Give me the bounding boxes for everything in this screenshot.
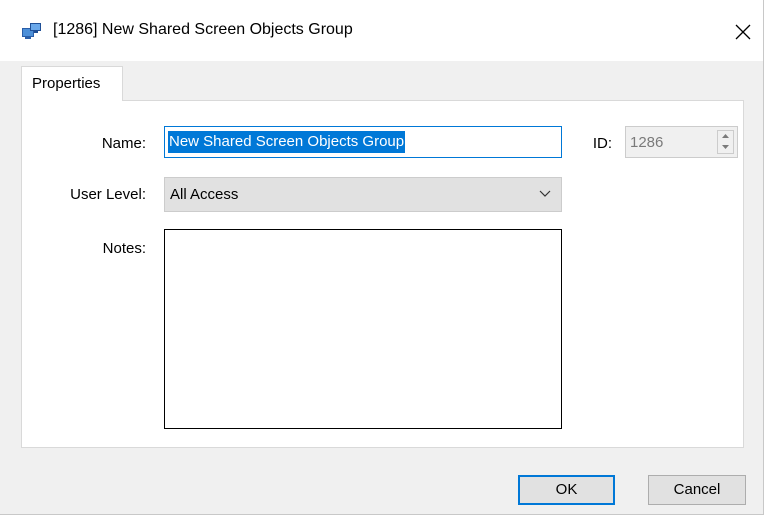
chevron-down-icon <box>539 190 551 197</box>
shared-objects-icon <box>22 23 42 41</box>
id-spinbox: 1286 <box>625 126 738 158</box>
tab-label: Properties <box>32 75 101 92</box>
arrow-up-icon <box>722 134 729 138</box>
spin-down-button <box>718 142 733 153</box>
ok-button[interactable]: OK <box>518 475 615 505</box>
user-level-dropdown[interactable]: All Access <box>164 177 562 212</box>
window-title: [1286] New Shared Screen Objects Group <box>53 21 353 38</box>
tab-properties[interactable]: Properties <box>21 66 123 101</box>
user-level-value: All Access <box>170 186 239 203</box>
name-input[interactable]: New Shared Screen Objects Group <box>164 126 562 158</box>
title-bar[interactable]: [1286] New Shared Screen Objects Group <box>0 0 763 61</box>
notes-textarea[interactable] <box>164 229 562 429</box>
spin-up-button <box>718 131 733 142</box>
dialog-window: [1286] New Shared Screen Objects Group P… <box>0 0 764 515</box>
notes-label: Notes: <box>102 240 146 257</box>
arrow-down-icon <box>722 145 729 149</box>
name-input-selected-text: New Shared Screen Objects Group <box>168 131 406 153</box>
user-level-label: User Level: <box>70 186 146 203</box>
close-icon <box>735 24 751 40</box>
close-button[interactable] <box>722 12 763 52</box>
name-label: Name: <box>101 135 146 152</box>
cancel-button[interactable]: Cancel <box>648 475 746 505</box>
id-label: ID: <box>592 135 612 152</box>
id-spinner <box>717 130 734 154</box>
id-value: 1286 <box>630 134 664 151</box>
